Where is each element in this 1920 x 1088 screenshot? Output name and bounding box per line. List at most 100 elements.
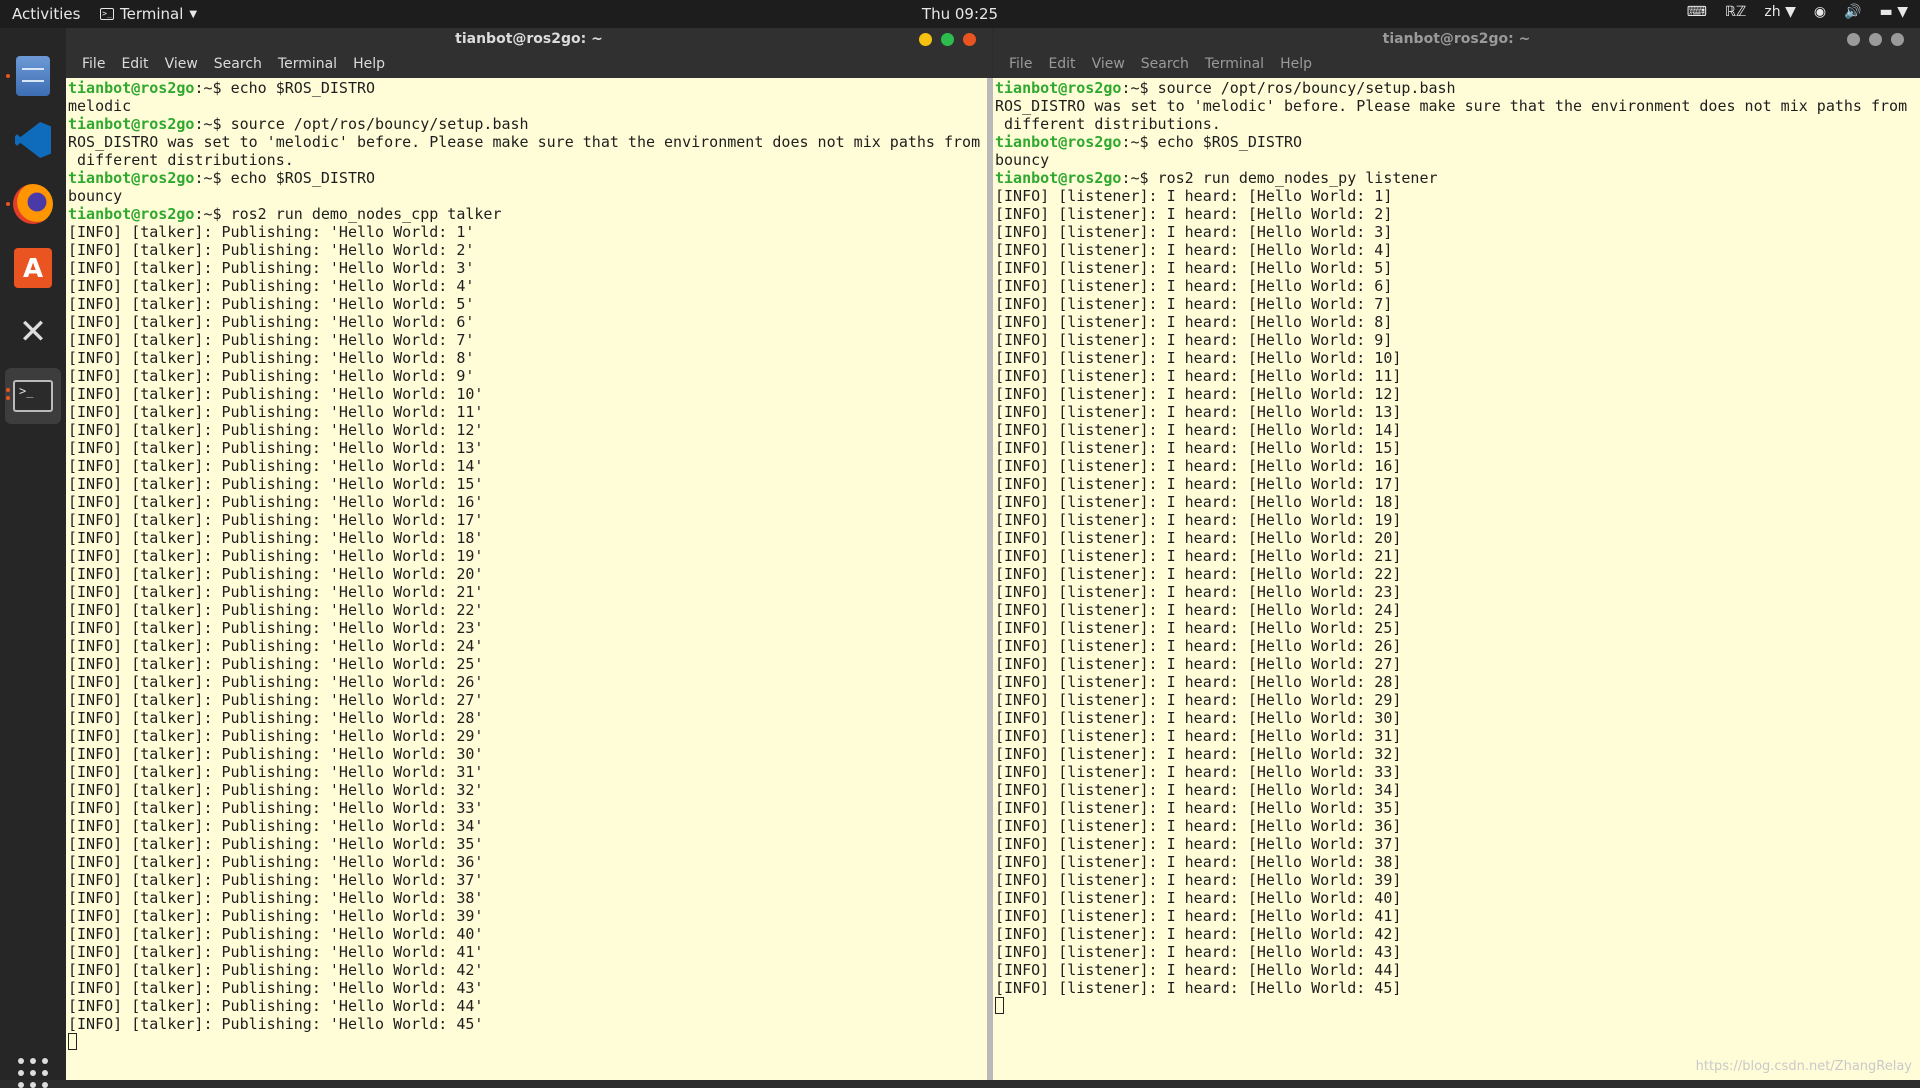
dock-software[interactable]: A xyxy=(5,240,61,296)
shell-prompt: tianbot@ros2go xyxy=(995,133,1122,151)
output-line: [INFO] [listener]: I heard: [Hello World… xyxy=(995,583,1402,601)
chevron-down-icon: ▼ xyxy=(1785,4,1796,20)
clock[interactable]: Thu 09:25 xyxy=(0,5,1920,23)
prompt-suffix: :~$ xyxy=(1121,169,1158,187)
minimize-icon[interactable] xyxy=(919,33,932,46)
command-text: ros2 run demo_nodes_cpp talker xyxy=(230,205,502,223)
output-line: different distributions. xyxy=(995,115,1221,133)
menu-view[interactable]: View xyxy=(1084,50,1133,78)
output-line: [INFO] [talker]: Publishing: 'Hello Worl… xyxy=(68,889,484,907)
output-line: [INFO] [talker]: Publishing: 'Hello Worl… xyxy=(68,241,475,259)
system-tray[interactable]: ⌨ ℝℤ zh ▼ ◉ 🔊 ▬ ▼ xyxy=(1687,4,1908,20)
output-line: [INFO] [talker]: Publishing: 'Hello Worl… xyxy=(68,565,484,583)
output-line: [INFO] [talker]: Publishing: 'Hello Worl… xyxy=(68,457,484,475)
menu-help[interactable]: Help xyxy=(1272,50,1320,78)
output-line: [INFO] [listener]: I heard: [Hello World… xyxy=(995,259,1393,277)
keyboard-icon[interactable]: ⌨ xyxy=(1687,4,1707,20)
output-line: [INFO] [talker]: Publishing: 'Hello Worl… xyxy=(68,583,484,601)
close-icon[interactable] xyxy=(1891,33,1904,46)
output-line: [INFO] [talker]: Publishing: 'Hello Worl… xyxy=(68,421,484,439)
command-line: tianbot@ros2go:~$ ros2 run demo_nodes_cp… xyxy=(68,205,988,223)
terminal-window-left[interactable]: tianbot@ros2go: ~ File Edit View Search … xyxy=(66,28,992,1080)
output-line: [INFO] [talker]: Publishing: 'Hello Worl… xyxy=(68,799,484,817)
terminal-cursor-line xyxy=(68,1033,988,1051)
command-text: source /opt/ros/bouncy/setup.bash xyxy=(230,115,529,133)
menu-file[interactable]: File xyxy=(74,50,113,78)
battery-icon[interactable]: ▬ ▼ xyxy=(1880,4,1908,20)
menu-bar: File Edit View Search Terminal Help xyxy=(66,50,992,78)
output-line: ROS_DISTRO was set to 'melodic' before. … xyxy=(995,97,1908,115)
shell-prompt: tianbot@ros2go xyxy=(68,205,195,223)
terminal-window-right[interactable]: tianbot@ros2go: ~ File Edit View Search … xyxy=(993,28,1920,1080)
output-line: [INFO] [listener]: I heard: [Hello World… xyxy=(995,943,1402,961)
output-line: [INFO] [listener]: I heard: [Hello World… xyxy=(995,187,1393,205)
output-line: [INFO] [listener]: I heard: [Hello World… xyxy=(995,691,1402,709)
output-line: [INFO] [listener]: I heard: [Hello World… xyxy=(995,817,1402,835)
menu-search[interactable]: Search xyxy=(1133,50,1197,78)
output-line: [INFO] [talker]: Publishing: 'Hello Worl… xyxy=(68,907,484,925)
output-line: [INFO] [listener]: I heard: [Hello World… xyxy=(995,349,1402,367)
output-line: [INFO] [talker]: Publishing: 'Hello Worl… xyxy=(68,745,484,763)
terminal-cursor-line xyxy=(995,997,1916,1015)
window-title: tianbot@ros2go: ~ xyxy=(1382,31,1531,47)
maximize-icon[interactable] xyxy=(941,33,954,46)
command-line: tianbot@ros2go:~$ echo $ROS_DISTRO xyxy=(995,133,1916,151)
output-line: [INFO] [listener]: I heard: [Hello World… xyxy=(995,781,1402,799)
menu-file[interactable]: File xyxy=(1001,50,1040,78)
close-icon[interactable] xyxy=(963,33,976,46)
menu-edit[interactable]: Edit xyxy=(1040,50,1083,78)
output-line: [INFO] [listener]: I heard: [Hello World… xyxy=(995,205,1393,223)
command-text: echo $ROS_DISTRO xyxy=(230,79,376,97)
output-line: [INFO] [listener]: I heard: [Hello World… xyxy=(995,709,1402,727)
dock-tools[interactable]: ✕ xyxy=(5,304,61,360)
output-line: [INFO] [talker]: Publishing: 'Hello Worl… xyxy=(68,331,475,349)
output-line: [INFO] [talker]: Publishing: 'Hello Worl… xyxy=(68,475,484,493)
output-line: [INFO] [talker]: Publishing: 'Hello Worl… xyxy=(68,673,484,691)
output-line: [INFO] [talker]: Publishing: 'Hello Worl… xyxy=(68,1015,484,1033)
output-line: [INFO] [talker]: Publishing: 'Hello Worl… xyxy=(68,655,484,673)
language-indicator[interactable]: zh ▼ xyxy=(1764,4,1795,20)
files-icon xyxy=(16,56,50,96)
output-line: [INFO] [listener]: I heard: [Hello World… xyxy=(995,871,1402,889)
wifi-icon[interactable]: ◉ xyxy=(1814,4,1826,20)
output-line: [INFO] [talker]: Publishing: 'Hello Worl… xyxy=(68,835,484,853)
menu-view[interactable]: View xyxy=(157,50,206,78)
dock-vscode[interactable] xyxy=(5,112,61,168)
shell-prompt: tianbot@ros2go xyxy=(68,169,195,187)
prompt-suffix: :~$ xyxy=(194,169,231,187)
menu-terminal[interactable]: Terminal xyxy=(270,50,345,78)
menu-help[interactable]: Help xyxy=(345,50,393,78)
output-line: [INFO] [talker]: Publishing: 'Hello Worl… xyxy=(68,529,484,547)
window-titlebar[interactable]: tianbot@ros2go: ~ xyxy=(993,28,1920,50)
terminal-cursor xyxy=(995,997,1004,1014)
input-method-indicator[interactable]: ℝℤ xyxy=(1725,4,1747,20)
output-line: [INFO] [talker]: Publishing: 'Hello Worl… xyxy=(68,295,475,313)
output-line: [INFO] [listener]: I heard: [Hello World… xyxy=(995,925,1402,943)
window-titlebar[interactable]: tianbot@ros2go: ~ xyxy=(66,28,992,50)
volume-icon[interactable]: 🔊 xyxy=(1844,4,1861,20)
output-line: [INFO] [listener]: I heard: [Hello World… xyxy=(995,385,1402,403)
dock: A ✕ >_ xyxy=(0,28,66,1088)
terminal-output[interactable]: tianbot@ros2go:~$ echo $ROS_DISTRO melodi… xyxy=(68,79,988,1080)
output-line: [INFO] [listener]: I heard: [Hello World… xyxy=(995,601,1402,619)
output-line: ROS_DISTRO was set to 'melodic' before. … xyxy=(68,133,981,151)
output-line: [INFO] [listener]: I heard: [Hello World… xyxy=(995,457,1402,475)
menu-terminal[interactable]: Terminal xyxy=(1197,50,1272,78)
dock-terminal[interactable]: >_ xyxy=(5,368,61,424)
output-line: [INFO] [talker]: Publishing: 'Hello Worl… xyxy=(68,925,484,943)
output-line: [INFO] [talker]: Publishing: 'Hello Worl… xyxy=(68,511,484,529)
output-line: [INFO] [listener]: I heard: [Hello World… xyxy=(995,961,1402,979)
output-line: [INFO] [listener]: I heard: [Hello World… xyxy=(995,529,1402,547)
menu-edit[interactable]: Edit xyxy=(113,50,156,78)
shell-prompt: tianbot@ros2go xyxy=(68,79,195,97)
menu-search[interactable]: Search xyxy=(206,50,270,78)
output-line: [INFO] [listener]: I heard: [Hello World… xyxy=(995,799,1402,817)
terminal-output[interactable]: tianbot@ros2go:~$ source /opt/ros/bouncy… xyxy=(995,79,1916,1080)
apps-grid-icon[interactable] xyxy=(18,1058,48,1088)
maximize-icon[interactable] xyxy=(1869,33,1882,46)
minimize-icon[interactable] xyxy=(1847,33,1860,46)
dock-files[interactable] xyxy=(5,48,61,104)
dock-firefox[interactable] xyxy=(5,176,61,232)
prompt-suffix: :~$ xyxy=(1121,133,1158,151)
output-line: melodic xyxy=(68,97,132,115)
